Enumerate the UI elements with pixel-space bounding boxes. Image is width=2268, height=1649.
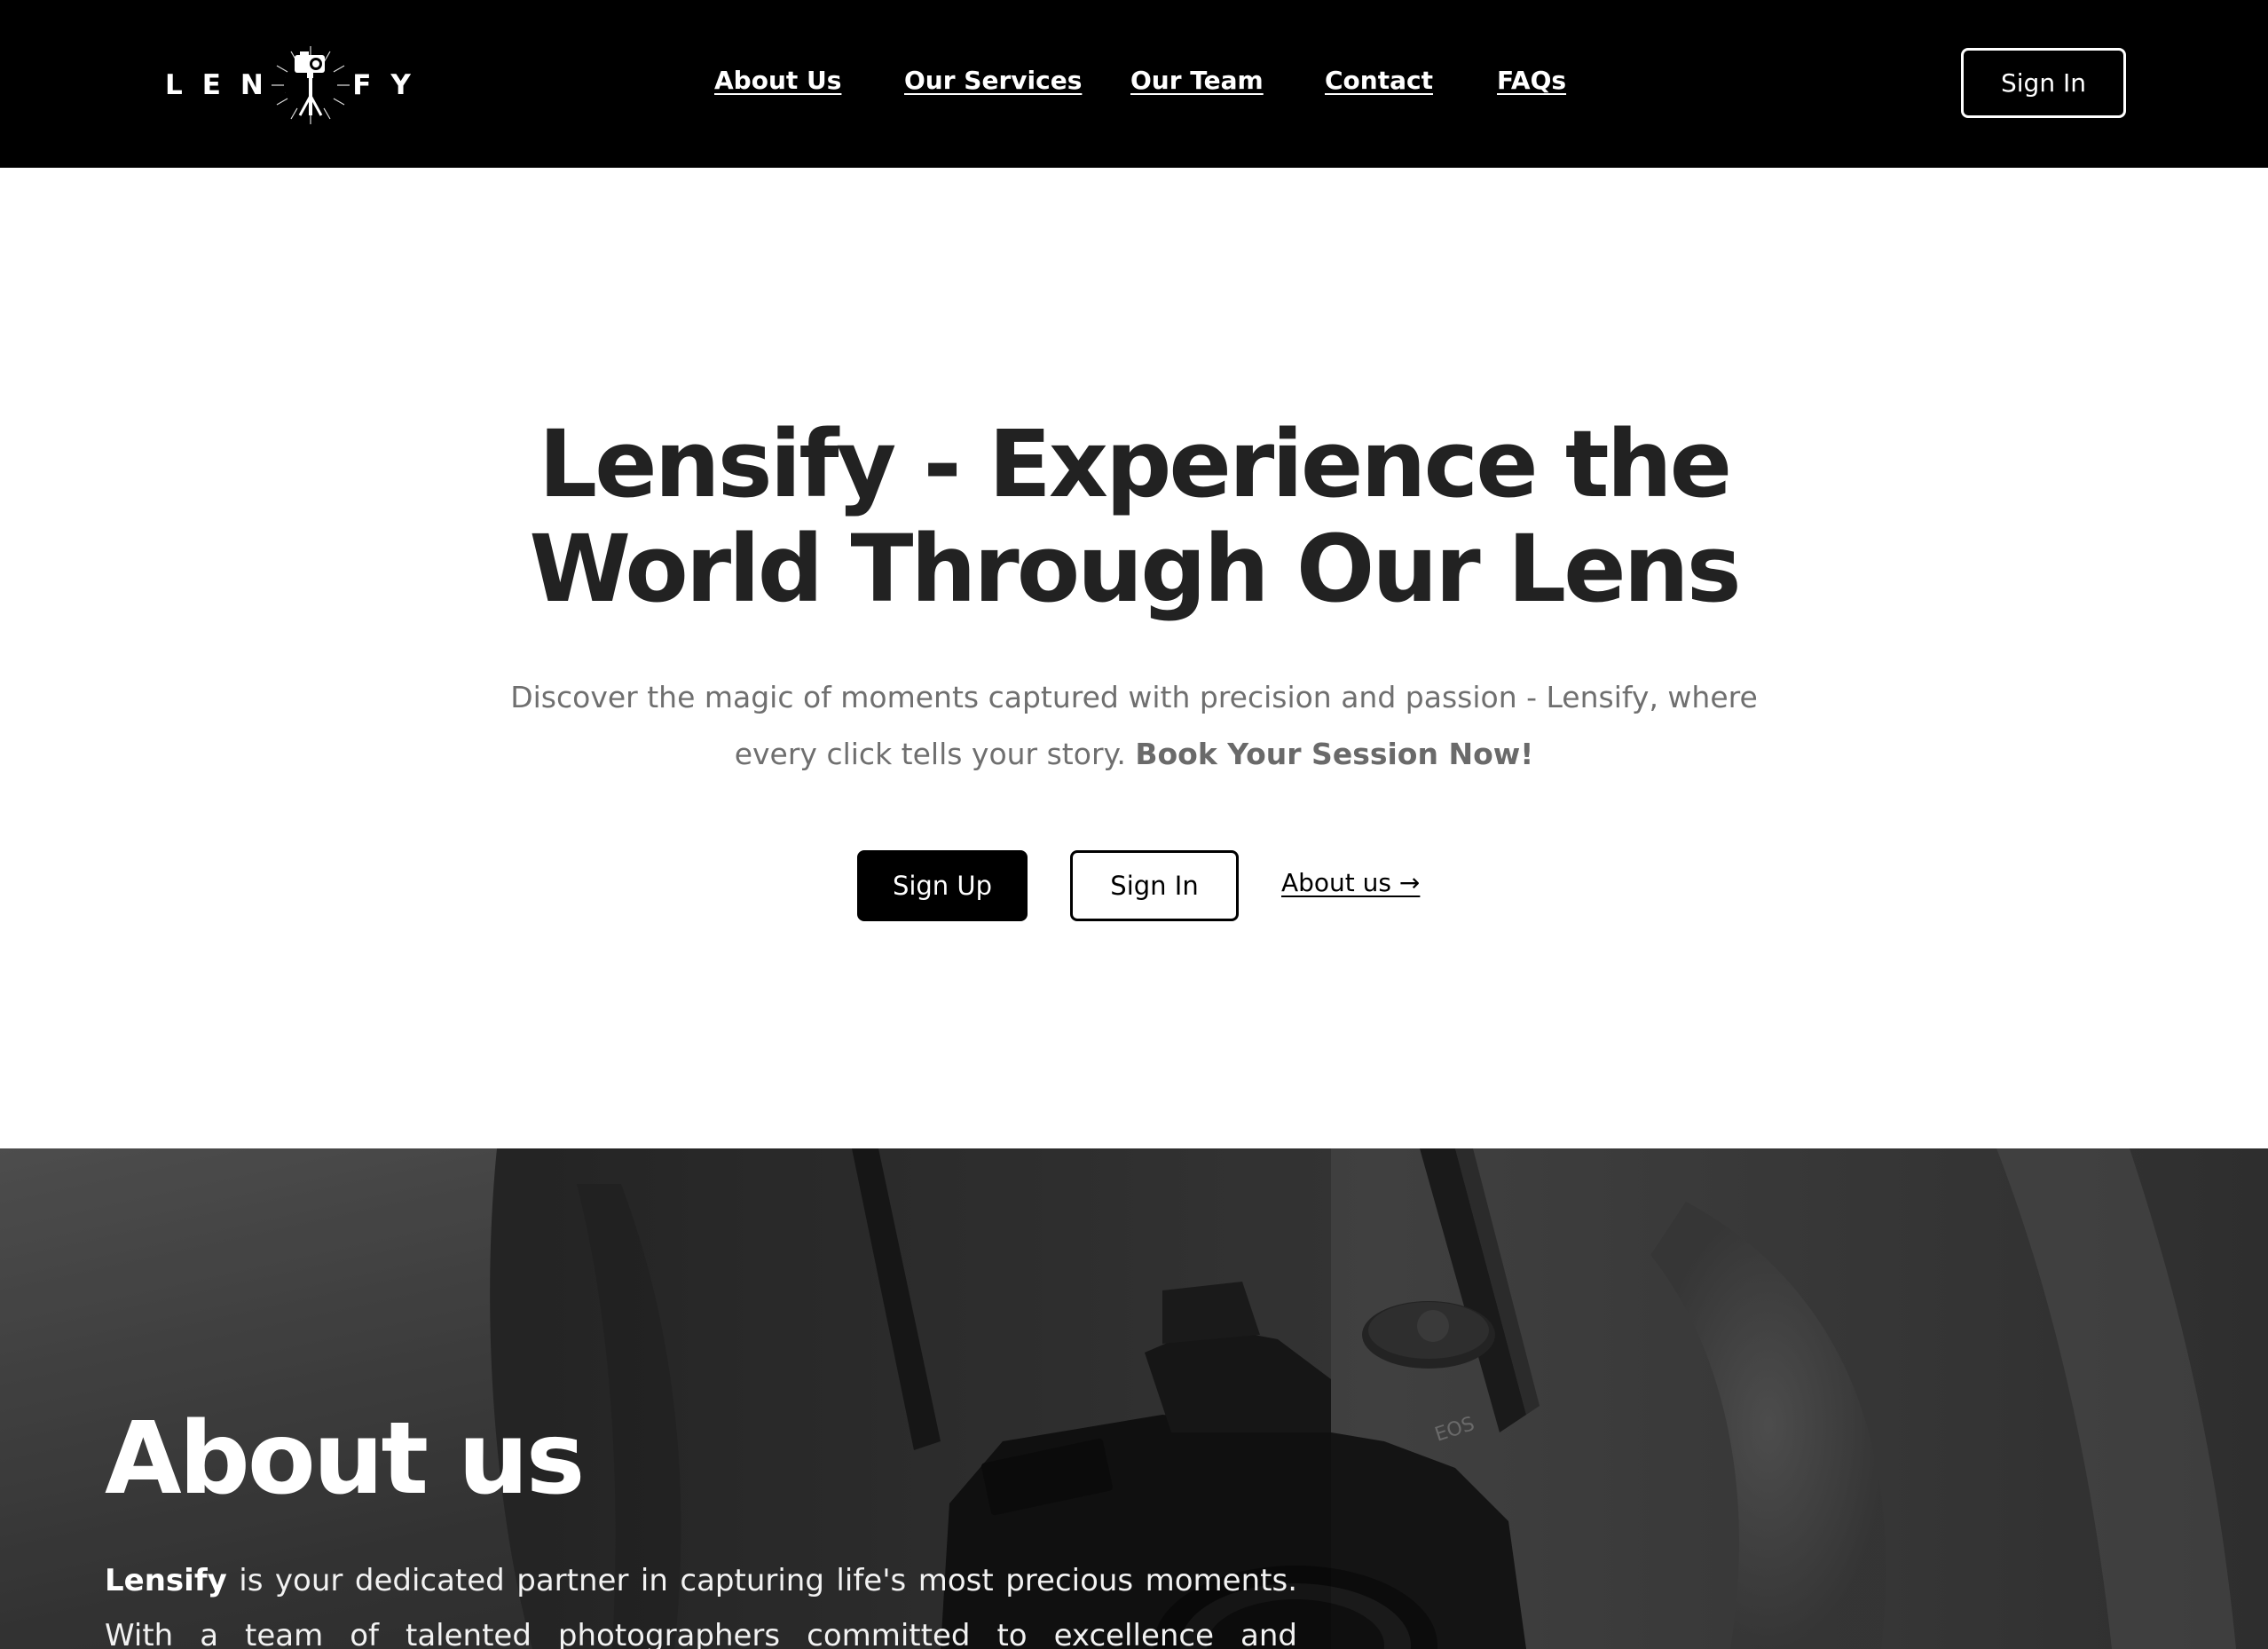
- nav-link-faqs[interactable]: FAQs: [1497, 66, 1566, 95]
- about-section: EOS About us Lensify is your dedicated p…: [0, 1148, 2268, 1649]
- about-title: About us: [105, 1401, 585, 1517]
- brand-logo[interactable]: LENS FY: [165, 43, 430, 128]
- hero-title-line-2: World Through Our Lens: [529, 515, 1741, 623]
- hero-sign-in-button[interactable]: Sign In: [1070, 850, 1239, 921]
- hero-subtitle: Discover the magic of moments captured w…: [497, 669, 1771, 783]
- nav-sign-in-button[interactable]: Sign In: [1961, 48, 2126, 118]
- about-brand-name: Lensify: [105, 1563, 227, 1598]
- about-description: Lensify is your dedicated partner in cap…: [105, 1553, 1297, 1649]
- nav-link-our-services[interactable]: Our Services: [904, 66, 1082, 95]
- about-description-text: is your dedicated partner in capturing l…: [105, 1563, 1297, 1649]
- hero-title: Lensify - Experience the World Through O…: [0, 412, 2268, 621]
- hero-subtitle-cta: Book Your Session Now!: [1135, 737, 1534, 771]
- nav-link-about-us[interactable]: About Us: [714, 66, 841, 95]
- nav-link-our-team[interactable]: Our Team: [1130, 66, 1264, 95]
- nav-link-contact[interactable]: Contact: [1325, 66, 1433, 95]
- hero-title-line-1: Lensify - Experience the: [538, 410, 1732, 518]
- hero-subtitle-text: Discover the magic of moments captured w…: [510, 680, 1758, 771]
- navbar: LENS FY About Us Our Services Our Team C…: [0, 0, 2268, 168]
- camera-tripod-emblem-icon: [272, 46, 350, 124]
- hero-about-us-link[interactable]: About us →: [1281, 868, 1420, 897]
- hero-sign-up-button[interactable]: Sign Up: [857, 850, 1028, 921]
